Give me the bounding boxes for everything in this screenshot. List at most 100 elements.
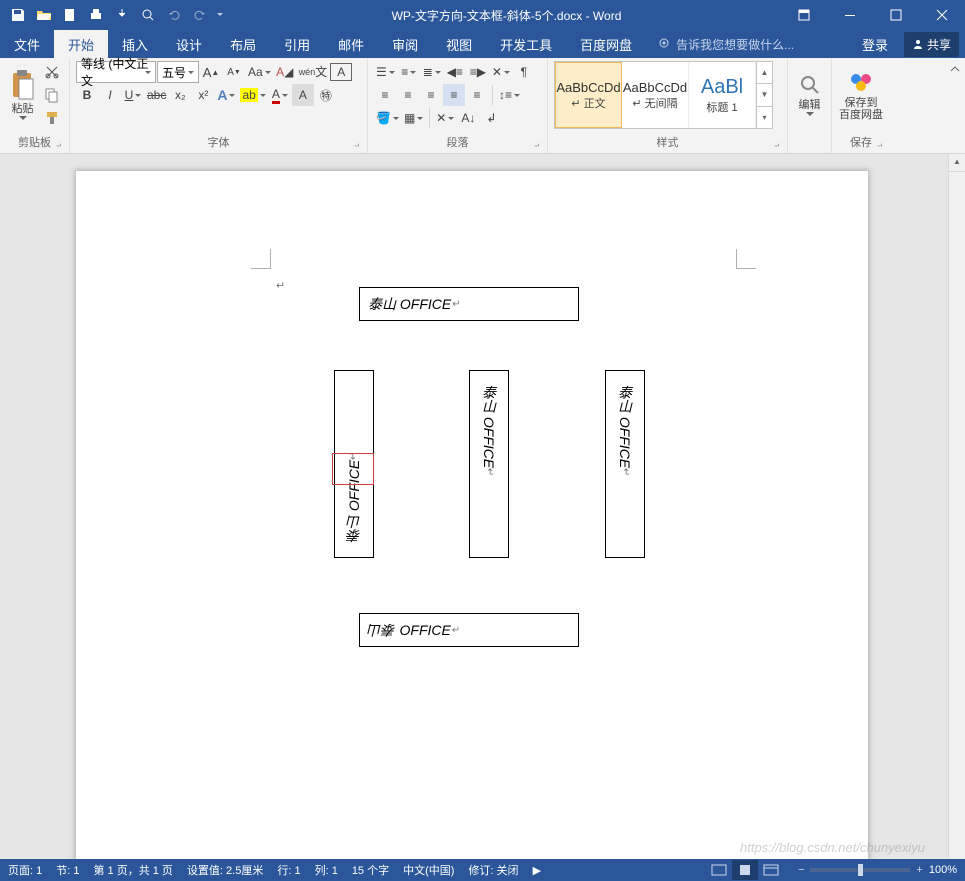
- tab-baidu[interactable]: 百度网盘: [566, 30, 646, 58]
- tab-view[interactable]: 视图: [432, 30, 486, 58]
- status-section[interactable]: 节: 1: [56, 862, 79, 878]
- crop-mark: [251, 249, 271, 269]
- tab-review[interactable]: 审阅: [378, 30, 432, 58]
- maximize-icon[interactable]: [873, 0, 919, 30]
- asian-layout-icon[interactable]: ✕: [490, 61, 512, 83]
- format-painter-icon[interactable]: [41, 107, 63, 129]
- tab-layout[interactable]: 布局: [216, 30, 270, 58]
- show-marks-icon[interactable]: ¶: [513, 61, 535, 83]
- gallery-more-icon[interactable]: ▾: [757, 107, 772, 128]
- ribbon-display-icon[interactable]: [781, 0, 827, 30]
- minimize-icon[interactable]: [827, 0, 873, 30]
- pinyin-icon[interactable]: wén文: [297, 61, 330, 83]
- status-lang[interactable]: 中文(中国): [403, 862, 454, 878]
- tab-file[interactable]: 文件: [0, 30, 54, 58]
- status-position[interactable]: 设置值: 2.5厘米: [187, 862, 263, 878]
- status-col[interactable]: 列: 1: [315, 862, 338, 878]
- redo-icon[interactable]: [188, 3, 212, 27]
- distribute-icon[interactable]: ≡: [466, 84, 488, 106]
- status-line[interactable]: 行: 1: [277, 862, 300, 878]
- new-icon[interactable]: [58, 3, 82, 27]
- touch-icon[interactable]: [110, 3, 134, 27]
- tab-dev[interactable]: 开发工具: [486, 30, 566, 58]
- share-button[interactable]: 共享: [904, 32, 959, 57]
- textbox-text: 泰山 OFFICE: [615, 385, 635, 468]
- status-pages[interactable]: 第 1 页，共 1 页: [93, 862, 172, 878]
- status-page[interactable]: 页面: 1: [8, 862, 42, 878]
- shrink-font-icon[interactable]: A▼: [223, 61, 245, 83]
- tab-references[interactable]: 引用: [270, 30, 324, 58]
- reveal-formatting-icon[interactable]: ↲: [480, 107, 502, 129]
- open-icon[interactable]: [32, 3, 56, 27]
- textbox-vertical-3[interactable]: 泰山 OFFICE↵: [605, 370, 645, 558]
- enclose-char-icon[interactable]: ㊕: [315, 84, 337, 106]
- page[interactable]: ↵ 泰山 OFFICE↵ 泰山 OFFICE↵ 泰山 OFFICE↵ 泰山 OF…: [75, 170, 869, 859]
- font-color-icon[interactable]: A: [269, 84, 291, 106]
- zoom-level[interactable]: 100%: [929, 864, 957, 876]
- text-effects-icon[interactable]: A: [215, 84, 237, 106]
- zoom-slider[interactable]: [810, 868, 910, 872]
- bullets-icon[interactable]: ☰: [374, 61, 397, 83]
- highlight-icon[interactable]: ab: [238, 84, 267, 106]
- web-layout-icon[interactable]: [758, 860, 784, 880]
- undo-icon[interactable]: [162, 3, 186, 27]
- textbox-horizontal-2[interactable]: 泰山 OFFICE↵: [359, 613, 579, 647]
- copy-icon[interactable]: [41, 84, 63, 106]
- tab-home[interactable]: 开始: [54, 30, 108, 58]
- close-icon[interactable]: [919, 0, 965, 30]
- tab-insert[interactable]: 插入: [108, 30, 162, 58]
- numbering-icon[interactable]: ≡: [398, 61, 420, 83]
- preview-icon[interactable]: [136, 3, 160, 27]
- cut-icon[interactable]: [41, 61, 63, 83]
- login-link[interactable]: 登录: [852, 35, 898, 54]
- grow-font-icon[interactable]: A▲: [200, 61, 222, 83]
- save-icon[interactable]: [6, 3, 30, 27]
- snap-icon[interactable]: ✕: [434, 107, 456, 129]
- status-track[interactable]: 修订: 关闭: [468, 862, 518, 878]
- gallery-down-icon[interactable]: ▼: [757, 84, 772, 106]
- gallery-up-icon[interactable]: ▲: [757, 62, 772, 84]
- zoom-in-icon[interactable]: +: [916, 864, 922, 876]
- style-nospacing[interactable]: AaBbCcDd ↵ 无间隔: [622, 62, 689, 128]
- quickprint-icon[interactable]: [84, 3, 108, 27]
- clear-format-icon[interactable]: A◢: [274, 61, 296, 83]
- save-baidu-button[interactable]: 保存到 百度网盘: [838, 61, 884, 129]
- paste-button[interactable]: 粘贴: [6, 61, 39, 129]
- editing-button[interactable]: 编辑: [794, 61, 825, 129]
- shading-icon[interactable]: 🪣: [374, 107, 401, 129]
- char-shading-icon[interactable]: A: [292, 84, 314, 106]
- textbox-horizontal-1[interactable]: 泰山 OFFICE↵: [359, 287, 579, 321]
- align-left-icon[interactable]: ≡: [374, 84, 396, 106]
- tab-mail[interactable]: 邮件: [324, 30, 378, 58]
- vertical-scrollbar[interactable]: [948, 154, 965, 859]
- justify-icon[interactable]: ≡: [443, 84, 465, 106]
- multilevel-icon[interactable]: ≣: [421, 61, 443, 83]
- styles-gallery[interactable]: AaBbCcDd ↵ 正文 AaBbCcDd ↵ 无间隔 AaBl 标题 1 ▲…: [554, 61, 773, 129]
- styles-gallery-controls: ▲ ▼ ▾: [756, 62, 772, 128]
- tab-design[interactable]: 设计: [162, 30, 216, 58]
- macro-icon[interactable]: ▶: [533, 864, 541, 877]
- change-case-icon[interactable]: Aa: [246, 61, 273, 83]
- superscript-button[interactable]: x²: [192, 84, 214, 106]
- font-size-combo[interactable]: 五号: [157, 61, 199, 83]
- sort-icon[interactable]: A↓: [457, 107, 479, 129]
- borders-icon[interactable]: ▦: [402, 107, 425, 129]
- subscript-button[interactable]: x₂: [169, 84, 191, 106]
- read-mode-icon[interactable]: [706, 860, 732, 880]
- align-right-icon[interactable]: ≡: [420, 84, 442, 106]
- increase-indent-icon[interactable]: ≡▶: [467, 61, 489, 83]
- status-chars[interactable]: 15 个字: [352, 862, 389, 878]
- line-spacing-icon[interactable]: ↕≡: [497, 84, 522, 106]
- style-normal[interactable]: AaBbCcDd ↵ 正文: [555, 62, 622, 128]
- char-border-icon[interactable]: A: [330, 63, 352, 81]
- zoom-out-icon[interactable]: −: [798, 864, 804, 876]
- align-center-icon[interactable]: ≡: [397, 84, 419, 106]
- decrease-indent-icon[interactable]: ◀≡: [444, 61, 466, 83]
- font-family-combo[interactable]: 等线 (中文正文: [76, 61, 156, 83]
- tellme-box[interactable]: 告诉我您想要做什么...: [658, 30, 794, 58]
- qat-customize-icon[interactable]: [214, 3, 226, 27]
- collapse-ribbon-icon[interactable]: [949, 62, 961, 80]
- textbox-vertical-2[interactable]: 泰山 OFFICE↵: [469, 370, 509, 558]
- print-layout-icon[interactable]: [732, 860, 758, 880]
- style-heading1[interactable]: AaBl 标题 1: [689, 62, 756, 128]
